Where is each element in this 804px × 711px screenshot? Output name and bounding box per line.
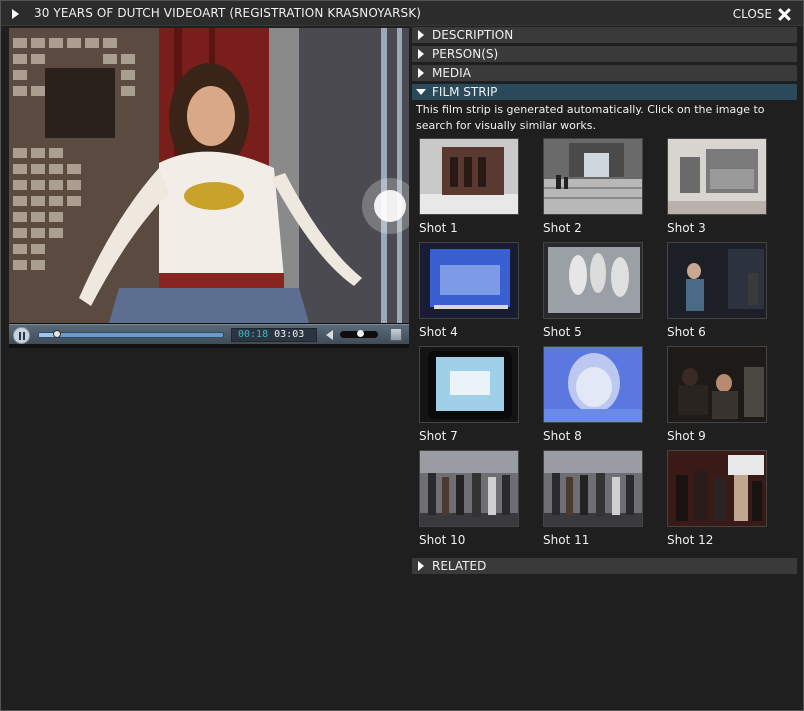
expand-arrow-icon	[418, 561, 424, 571]
title-bar: 30 YEARS OF DUTCH VIDEOART (REGISTRATION…	[1, 1, 803, 26]
shot-thumbnail[interactable]	[419, 450, 519, 527]
shot-label: Shot 4	[419, 325, 458, 339]
time-display: 00:18 03:03	[231, 328, 317, 342]
shot-thumbnail[interactable]	[543, 138, 643, 215]
section-label: FILM STRIP	[432, 85, 498, 99]
info-panel: DESCRIPTION PERSON(S) MEDIA FILM STRIP T…	[412, 27, 797, 554]
film-strip-shot[interactable]: Shot 5	[543, 242, 643, 346]
close-label: CLOSE	[732, 7, 772, 21]
shot-thumbnail[interactable]	[667, 138, 767, 215]
shot-thumbnail[interactable]	[419, 346, 519, 423]
pause-button[interactable]	[13, 327, 30, 344]
section-description[interactable]: DESCRIPTION	[412, 27, 797, 43]
section-label: RELATED	[432, 559, 487, 573]
shot-thumbnail[interactable]	[419, 138, 519, 215]
volume-slider[interactable]	[340, 330, 378, 338]
shot-thumbnail[interactable]	[543, 242, 643, 319]
shot-label: Shot 7	[419, 429, 458, 443]
section-label: DESCRIPTION	[432, 28, 514, 42]
film-strip-shot[interactable]: Shot 10	[419, 450, 519, 554]
expand-arrow-icon	[418, 68, 424, 78]
shot-label: Shot 3	[667, 221, 706, 235]
film-strip-grid: Shot 1 Shot 2 Shot 3 Shot 4 Shot 5 Shot 6 Shot…	[412, 138, 797, 554]
shot-thumbnail[interactable]	[419, 242, 519, 319]
fullscreen-button[interactable]	[390, 328, 402, 341]
shot-thumbnail[interactable]	[543, 450, 643, 527]
section-persons[interactable]: PERSON(S)	[412, 46, 797, 62]
seek-handle[interactable]	[53, 330, 61, 338]
film-strip-shot[interactable]: Shot 7	[419, 346, 519, 450]
shot-label: Shot 2	[543, 221, 582, 235]
film-strip-shot[interactable]: Shot 9	[667, 346, 767, 450]
shot-thumbnail[interactable]	[667, 242, 767, 319]
current-time: 00:18	[238, 329, 269, 340]
shot-label: Shot 5	[543, 325, 582, 339]
shot-thumbnail[interactable]	[667, 450, 767, 527]
section-film-strip[interactable]: FILM STRIP	[412, 84, 797, 100]
expand-arrow-icon	[418, 49, 424, 59]
collapse-arrow-icon	[416, 89, 426, 95]
volume-icon[interactable]	[326, 330, 333, 340]
seek-bar[interactable]	[38, 330, 224, 338]
film-strip-shot[interactable]: Shot 11	[543, 450, 643, 554]
shot-label: Shot 11	[543, 533, 590, 547]
close-button[interactable]: CLOSE	[733, 5, 791, 23]
shot-thumbnail[interactable]	[667, 346, 767, 423]
film-strip-shot[interactable]: Shot 2	[543, 138, 643, 242]
section-label: PERSON(S)	[432, 47, 499, 61]
shot-thumbnail[interactable]	[543, 346, 643, 423]
expand-arrow-icon	[418, 30, 424, 40]
player-window: 30 YEARS OF DUTCH VIDEOART (REGISTRATION…	[0, 0, 804, 711]
total-time: 03:03	[274, 329, 305, 340]
close-icon	[778, 8, 791, 21]
video-player: 00:18 03:03	[9, 28, 409, 348]
film-strip-shot[interactable]: Shot 4	[419, 242, 519, 346]
shot-label: Shot 8	[543, 429, 582, 443]
section-label: MEDIA	[432, 66, 471, 80]
film-strip-shot[interactable]: Shot 3	[667, 138, 767, 242]
film-strip-shot[interactable]: Shot 1	[419, 138, 519, 242]
section-media[interactable]: MEDIA	[412, 65, 797, 81]
video-frame-image	[9, 28, 409, 323]
volume-handle[interactable]	[357, 330, 364, 337]
film-strip-shot[interactable]: Shot 8	[543, 346, 643, 450]
shot-label: Shot 6	[667, 325, 706, 339]
section-related[interactable]: RELATED	[412, 558, 797, 574]
player-controls: 00:18 03:03	[9, 324, 409, 344]
film-strip-shot[interactable]: Shot 6	[667, 242, 767, 346]
shot-label: Shot 9	[667, 429, 706, 443]
expand-arrow-icon[interactable]	[12, 9, 19, 19]
window-title: 30 YEARS OF DUTCH VIDEOART (REGISTRATION…	[34, 6, 421, 20]
shot-label: Shot 1	[419, 221, 458, 235]
shot-label: Shot 12	[667, 533, 714, 547]
shot-label: Shot 10	[419, 533, 466, 547]
video-frame[interactable]	[9, 28, 409, 323]
film-strip-shot[interactable]: Shot 12	[667, 450, 767, 554]
film-strip-note: This film strip is generated automatical…	[416, 103, 765, 132]
